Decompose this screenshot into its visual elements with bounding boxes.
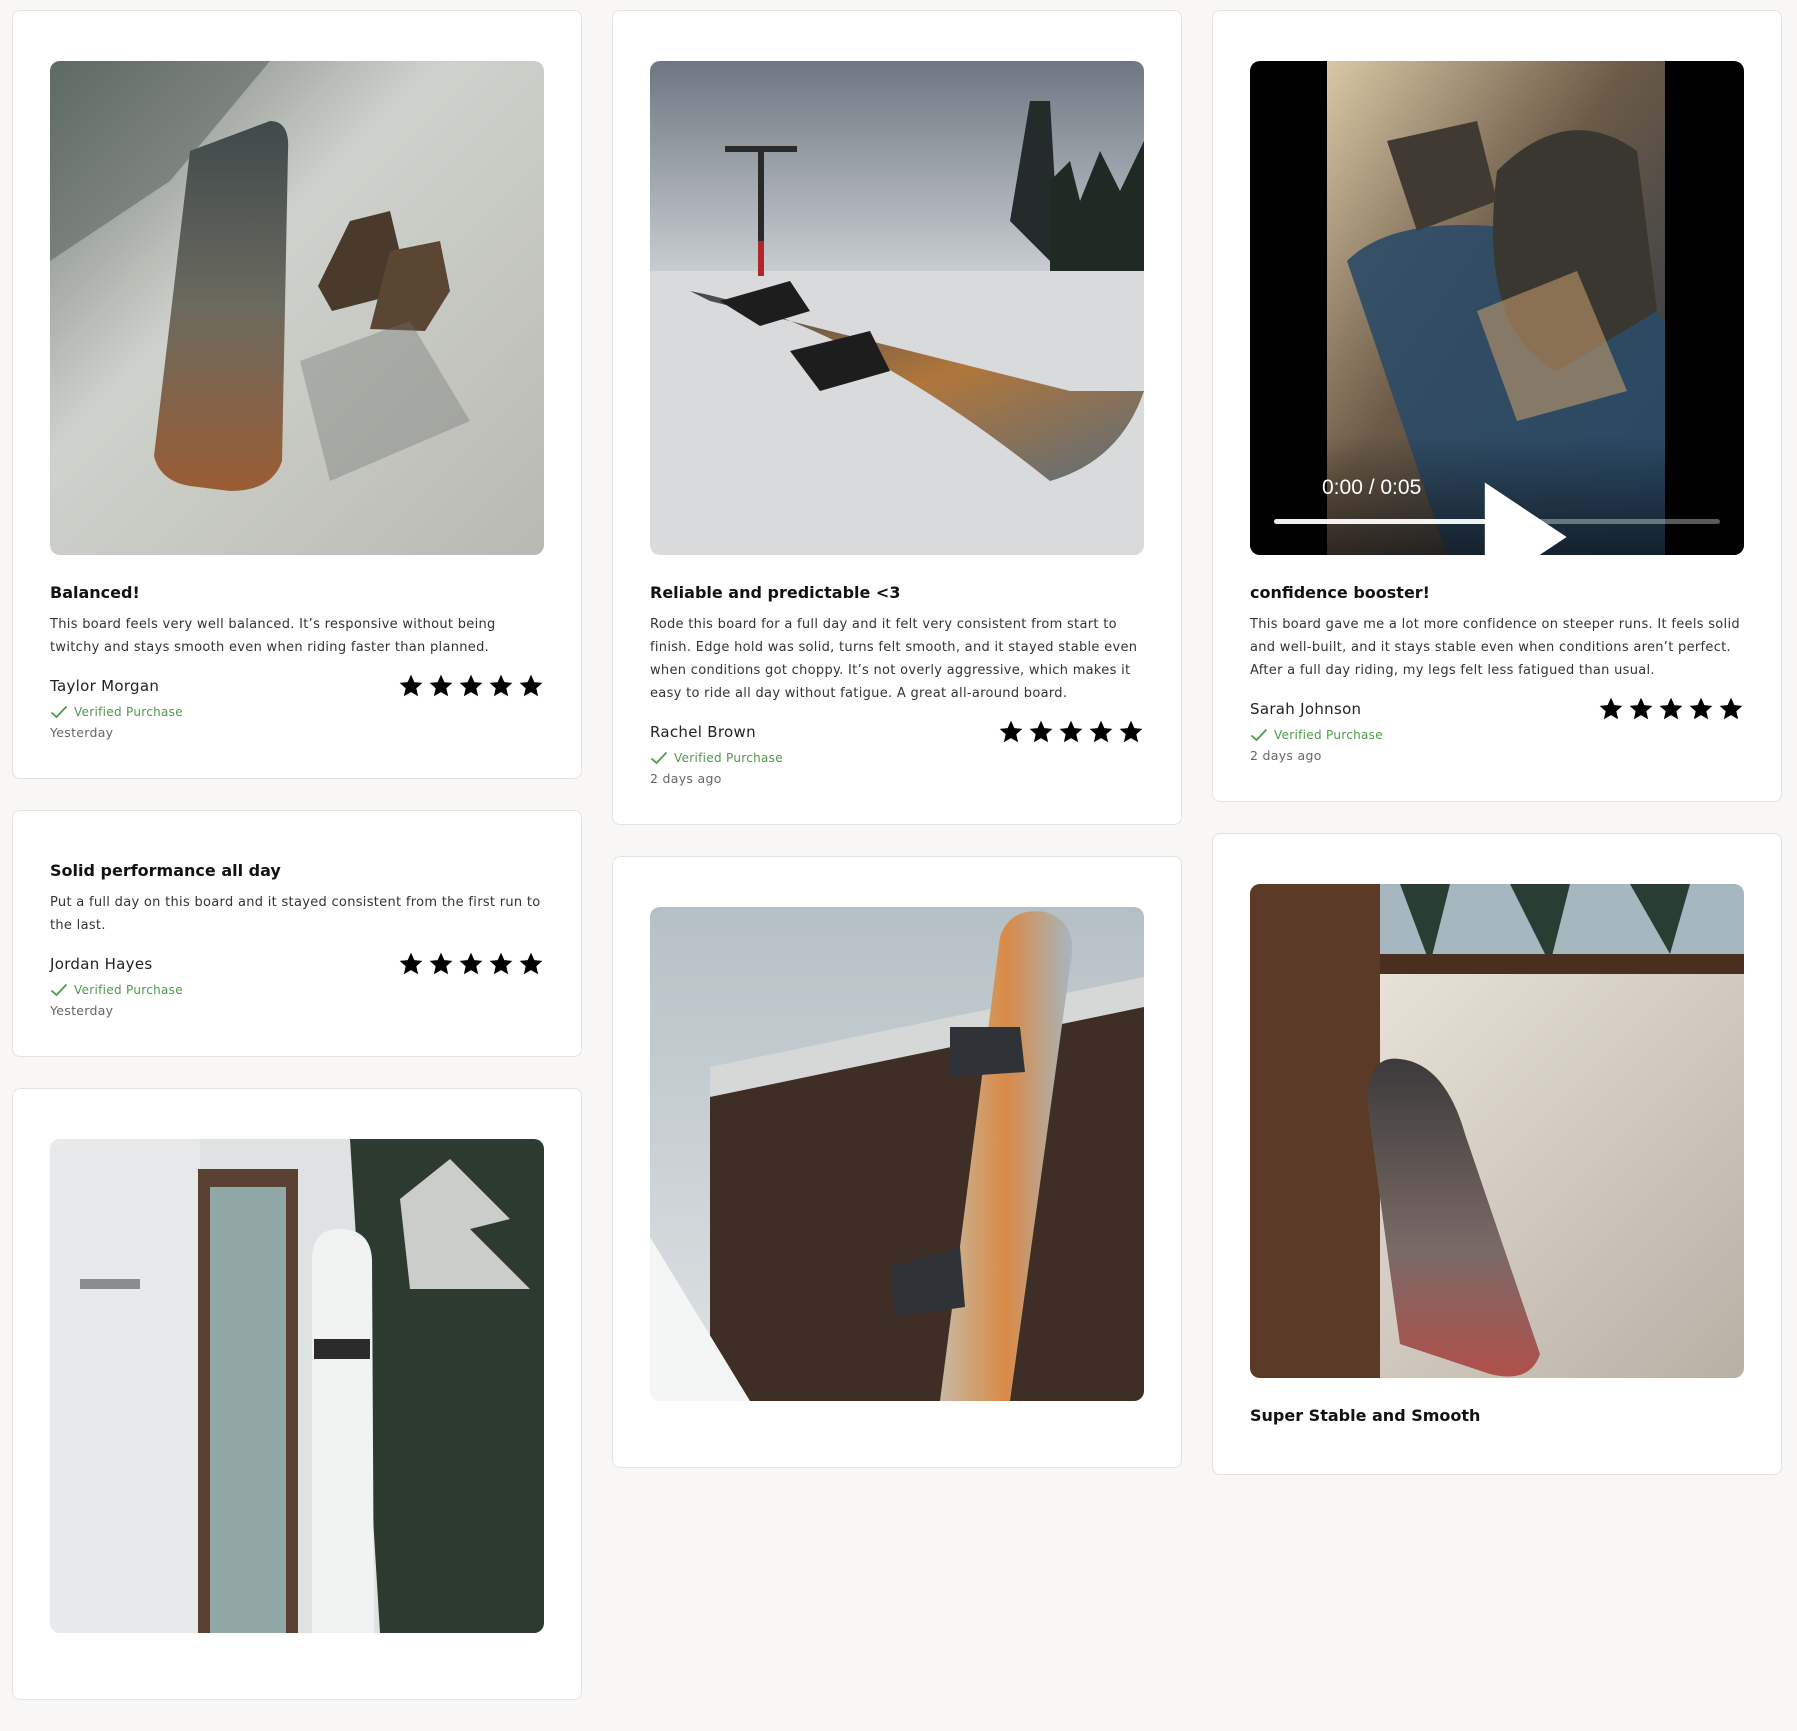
- review-date: Yesterday: [50, 725, 114, 740]
- review-meta: Rachel Brown: [650, 719, 1144, 745]
- review-author: Taylor Morgan: [50, 677, 160, 695]
- review-body: Rode this board for a full day and it fe…: [650, 617, 1138, 701]
- star-icon: [429, 952, 453, 975]
- review-body: This board gave me a lot more confidence…: [1250, 617, 1740, 678]
- review-body: This board feels very well balanced. It’…: [50, 617, 496, 655]
- review-column-3: 0:00 / 0:05 confidence booster! This boa…: [1212, 10, 1782, 1506]
- checkmark-icon: [650, 751, 668, 765]
- verified-badge: Verified Purchase: [650, 751, 1144, 765]
- review-title: confidence booster!: [1250, 583, 1430, 602]
- review-photo[interactable]: [1250, 884, 1744, 1378]
- star-icon: [399, 674, 423, 697]
- review-card: [612, 856, 1182, 1468]
- star-icon: [999, 720, 1023, 743]
- verified-badge: Verified Purchase: [1250, 728, 1744, 742]
- star-icon: [1629, 697, 1653, 720]
- verified-badge: Verified Purchase: [50, 705, 544, 719]
- verified-label: Verified Purchase: [74, 705, 183, 719]
- review-column-1: Balanced! This board feels very well bal…: [12, 10, 582, 1731]
- star-icon: [489, 674, 513, 697]
- star-icon: [459, 674, 483, 697]
- verified-label: Verified Purchase: [674, 751, 783, 765]
- star-icon: [1119, 720, 1143, 743]
- star-icon: [489, 952, 513, 975]
- review-body: Put a full day on this board and it stay…: [50, 895, 541, 933]
- review-card: Super Stable and Smooth: [1212, 833, 1782, 1475]
- review-card: 0:00 / 0:05 confidence booster! This boa…: [1212, 10, 1782, 802]
- star-icon: [519, 952, 543, 975]
- review-card: [12, 1088, 582, 1700]
- review-title: Reliable and predictable <3: [650, 583, 901, 602]
- review-title: Balanced!: [50, 583, 140, 602]
- star-icon: [1719, 697, 1743, 720]
- review-video-player[interactable]: 0:00 / 0:05: [1250, 61, 1744, 555]
- star-icon: [1659, 697, 1683, 720]
- star-rating: [998, 719, 1144, 745]
- review-card: Solid performance all day Put a full day…: [12, 810, 582, 1057]
- review-date: 2 days ago: [650, 771, 722, 786]
- video-time: 0:00 / 0:05: [1322, 476, 1422, 499]
- verified-badge: Verified Purchase: [50, 983, 544, 997]
- video-progress-fill: [1274, 519, 1524, 524]
- review-column-2: Reliable and predictable <3 Rode this bo…: [612, 10, 1182, 1499]
- star-icon: [1029, 720, 1053, 743]
- star-rating: [398, 951, 544, 977]
- star-rating: [398, 673, 544, 699]
- more-vertical-icon[interactable]: [1702, 477, 1744, 555]
- review-photo[interactable]: [650, 907, 1144, 1401]
- review-meta: Sarah Johnson: [1250, 696, 1744, 722]
- checkmark-icon: [1250, 728, 1268, 742]
- review-card: Reliable and predictable <3 Rode this bo…: [612, 10, 1182, 825]
- verified-label: Verified Purchase: [1274, 728, 1383, 742]
- review-title: Solid performance all day: [50, 861, 281, 880]
- verified-label: Verified Purchase: [74, 983, 183, 997]
- review-author: Rachel Brown: [650, 723, 756, 741]
- star-icon: [459, 952, 483, 975]
- checkmark-icon: [50, 983, 68, 997]
- review-meta: Jordan Hayes: [50, 951, 544, 977]
- star-rating: [1598, 696, 1744, 722]
- star-icon: [519, 674, 543, 697]
- star-icon: [1599, 697, 1623, 720]
- star-icon: [399, 952, 423, 975]
- review-card: Balanced! This board feels very well bal…: [12, 10, 582, 779]
- review-title: Super Stable and Smooth: [1250, 1406, 1481, 1425]
- star-icon: [1089, 720, 1113, 743]
- review-date: Yesterday: [50, 1003, 114, 1018]
- star-icon: [1059, 720, 1083, 743]
- review-photo[interactable]: [650, 61, 1144, 555]
- review-photo[interactable]: [50, 61, 544, 555]
- star-icon: [1689, 697, 1713, 720]
- star-icon: [429, 674, 453, 697]
- review-author: Sarah Johnson: [1250, 700, 1362, 718]
- checkmark-icon: [50, 705, 68, 719]
- video-progress-bar[interactable]: [1274, 519, 1720, 524]
- review-author: Jordan Hayes: [50, 955, 153, 973]
- review-photo[interactable]: [50, 1139, 544, 1633]
- review-date: 2 days ago: [1250, 748, 1322, 763]
- review-meta: Taylor Morgan: [50, 673, 544, 699]
- video-controls: 0:00 / 0:05: [1250, 435, 1744, 555]
